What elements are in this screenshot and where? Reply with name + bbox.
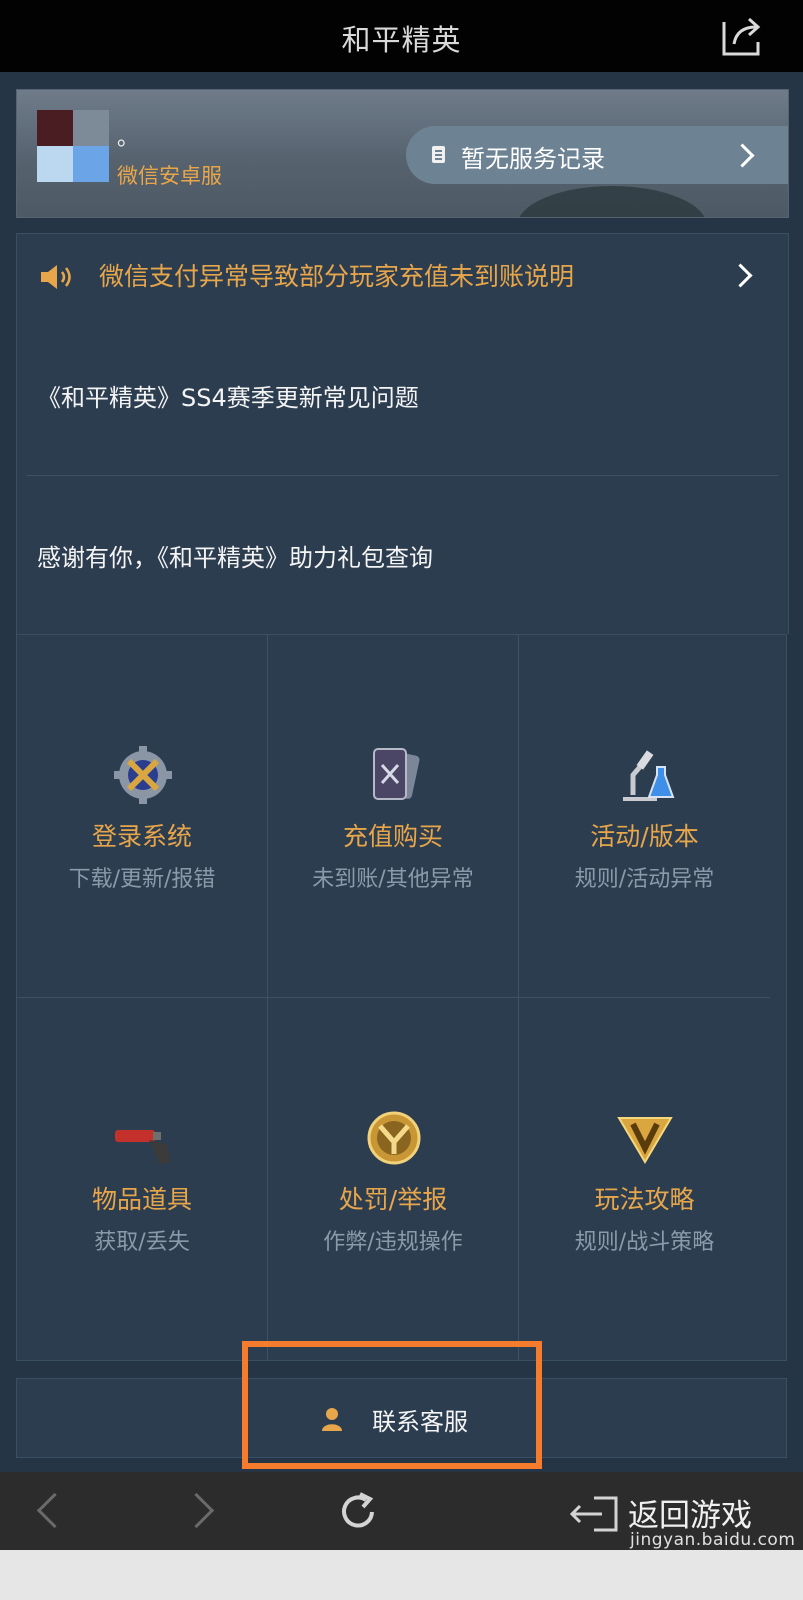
category-login[interactable]: 登录系统 下载/更新/报错 (17, 635, 268, 998)
forward-icon[interactable] (178, 1492, 215, 1529)
share-icon[interactable] (718, 12, 766, 58)
faq-item[interactable]: 感谢有你，《和平精英》助力礼包查询 (37, 538, 433, 573)
chevron-right-icon (728, 263, 753, 288)
category-title: 玩法攻略 (594, 1185, 695, 1214)
background-hill (517, 186, 707, 217)
service-record-button[interactable]: 暂无服务记录 (406, 126, 788, 184)
category-subtitle: 规则/活动异常 (574, 867, 715, 892)
avatar[interactable] (37, 110, 109, 182)
footer-strip (0, 1550, 803, 1600)
nickname: 。 (117, 126, 140, 151)
gear-icon (114, 746, 172, 804)
category-title: 登录系统 (91, 822, 192, 851)
top-bar: 和平精英 (0, 0, 803, 72)
speaker-icon (41, 265, 71, 289)
watermark-url: jingyan.baidu.com (630, 1530, 796, 1550)
back-icon[interactable] (36, 1492, 73, 1529)
profile-card: 。 微信安卓服 暂无服务记录 (16, 89, 789, 218)
notice-text: 微信支付异常导致部分玩家充值未到账说明 (99, 262, 575, 291)
faq-item[interactable]: 《和平精英》SS4赛季更新常见问题 (37, 378, 419, 413)
category-grid: 登录系统 下载/更新/报错 充值购买 未到账/其他异常 活动/版本 规则/活动异… (16, 634, 787, 1361)
category-subtitle: 未到账/其他异常 (312, 867, 474, 892)
category-title: 活动/版本 (590, 822, 699, 851)
category-subtitle: 下载/更新/报错 (68, 867, 216, 892)
exit-icon[interactable] (568, 1494, 624, 1534)
page-title: 和平精英 (341, 23, 462, 57)
reload-icon[interactable] (336, 1490, 380, 1534)
category-recharge[interactable]: 充值购买 未到账/其他异常 (268, 635, 519, 998)
notice-banner[interactable]: 微信支付异常导致部分玩家充值未到账说明 (16, 233, 789, 317)
return-to-game-label[interactable]: 返回游戏 (628, 1490, 752, 1535)
category-items[interactable]: 物品道具 获取/丢失 (17, 998, 268, 1361)
faq-list: 《和平精英》SS4赛季更新常见问题 感谢有你，《和平精英》助力礼包查询 (16, 316, 789, 634)
category-activity[interactable]: 活动/版本 规则/活动异常 (519, 635, 770, 998)
server-label: 微信安卓服 (117, 164, 222, 188)
highlight-box (242, 1341, 542, 1469)
category-subtitle: 获取/丢失 (94, 1230, 190, 1255)
v-badge-icon (617, 1117, 673, 1164)
divider (27, 475, 778, 476)
flare-gun-icon (115, 1130, 171, 1164)
emblem-icon (367, 1111, 421, 1165)
category-penalty[interactable]: 处罚/举报 作弊/违规操作 (268, 998, 519, 1361)
category-subtitle: 作弊/违规操作 (323, 1230, 463, 1255)
category-title: 充值购买 (342, 822, 443, 851)
microscope-icon (623, 750, 675, 801)
category-title: 处罚/举报 (338, 1185, 448, 1214)
category-subtitle: 规则/战斗策略 (574, 1230, 715, 1255)
category-title: 物品道具 (91, 1185, 192, 1214)
document-icon (432, 146, 445, 163)
category-guide[interactable]: 玩法攻略 规则/战斗策略 (519, 998, 770, 1361)
card-icon (373, 748, 420, 800)
service-record-label: 暂无服务记录 (461, 145, 605, 173)
chevron-right-icon (730, 143, 755, 168)
